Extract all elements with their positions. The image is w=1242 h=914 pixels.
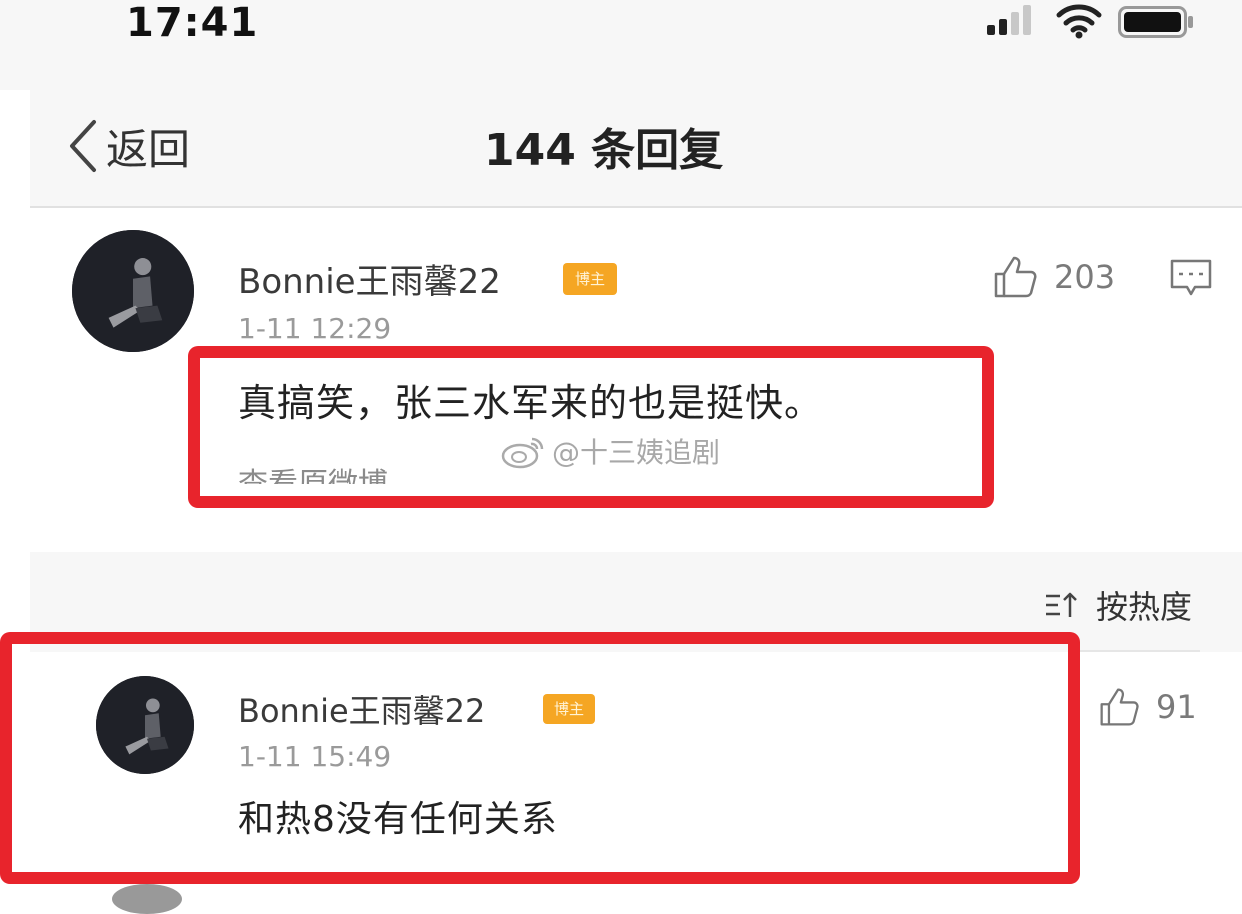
thumbs-up-icon bbox=[1100, 688, 1139, 726]
cellular-signal-icon bbox=[987, 5, 1031, 35]
comment-timestamp: 1-11 12:29 bbox=[238, 312, 392, 345]
back-button[interactable]: 返回 bbox=[66, 116, 190, 176]
comment-icon[interactable] bbox=[1170, 258, 1212, 298]
avatar-image bbox=[72, 230, 194, 352]
reply-avatar[interactable] bbox=[96, 676, 194, 774]
status-bar: 17:41 bbox=[0, 0, 1242, 90]
like-button[interactable]: 203 bbox=[992, 254, 1115, 300]
watermark-text: @十三姨追剧 bbox=[552, 436, 721, 469]
thumbs-up-icon bbox=[994, 256, 1037, 298]
reply-like-count: 91 bbox=[1156, 688, 1197, 726]
wifi-icon bbox=[1056, 4, 1102, 39]
next-avatar bbox=[112, 884, 182, 914]
like-count: 203 bbox=[1054, 258, 1116, 296]
watermark: @十三姨追剧 bbox=[500, 432, 720, 470]
sort-label: 按热度 bbox=[1096, 588, 1193, 626]
weibo-logo-icon bbox=[501, 437, 544, 469]
back-label: 返回 bbox=[106, 124, 191, 174]
sort-icon bbox=[1046, 592, 1077, 617]
author-badge: 博主 bbox=[563, 263, 617, 295]
comment-text: 真搞笑，张三水军来的也是挺快。 bbox=[238, 381, 824, 425]
status-time: 17:41 bbox=[126, 0, 259, 46]
page-title: 144 条回复 bbox=[484, 125, 724, 176]
reply-avatar-image bbox=[96, 676, 194, 774]
reply-author-badge: 博主 bbox=[543, 694, 595, 724]
reply-text: 和热8没有任何关系 bbox=[238, 799, 558, 840]
reply-timestamp: 1-11 15:49 bbox=[238, 740, 392, 773]
chevron-left-icon bbox=[70, 120, 96, 172]
comment-username[interactable]: Bonnie王雨馨22 bbox=[238, 254, 501, 303]
avatar[interactable] bbox=[72, 230, 194, 352]
battery-icon bbox=[1118, 6, 1193, 38]
view-original-label: 查看原微博 bbox=[238, 462, 478, 484]
sort-by-hot-button[interactable]: 按热度 bbox=[1044, 582, 1192, 628]
reply-like-button[interactable]: 91 bbox=[1098, 686, 1197, 728]
view-original-link[interactable]: 查看原微博 bbox=[238, 462, 478, 484]
nav-bar: 返回 144 条回复 bbox=[30, 90, 1242, 208]
divider bbox=[1080, 650, 1200, 652]
reply-username[interactable]: Bonnie王雨馨22 bbox=[238, 686, 485, 732]
